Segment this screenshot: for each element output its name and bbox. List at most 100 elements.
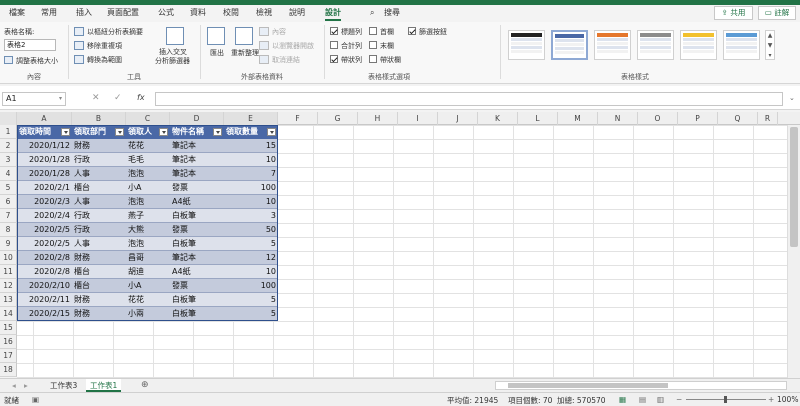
search-icon[interactable]: ⌕ — [370, 7, 374, 19]
zoom-out-icon[interactable]: − — [676, 395, 682, 404]
tab-insert[interactable]: 插入 — [76, 7, 92, 19]
table-cell[interactable]: 財務 — [72, 251, 126, 265]
column-header[interactable]: Q — [718, 112, 758, 125]
row-header[interactable]: 2 — [0, 139, 17, 153]
table-cell[interactable]: 筆記本 — [170, 139, 224, 153]
table-cell[interactable]: 白板筆 — [170, 237, 224, 251]
tab-formulas[interactable]: 公式 — [158, 7, 174, 19]
table-cell[interactable]: 花花 — [126, 293, 170, 307]
table-cell[interactable]: 2020/2/3 — [17, 195, 72, 209]
search-label[interactable]: 搜尋 — [384, 7, 400, 19]
table-cell[interactable]: 財務 — [72, 139, 126, 153]
unlink-button[interactable]: 取消連結 — [272, 55, 300, 65]
table-cell[interactable]: 100 — [224, 279, 278, 293]
export-button[interactable]: 匯出 — [210, 48, 224, 58]
row-header[interactable]: 4 — [0, 167, 17, 181]
row-header[interactable]: 16 — [0, 335, 17, 349]
row-header[interactable]: 13 — [0, 293, 17, 307]
pivot-summary-button[interactable]: 以樞紐分析表摘要 — [87, 27, 143, 37]
add-sheet-icon[interactable]: ⊕ — [137, 379, 153, 392]
table-style-swatch[interactable] — [508, 30, 545, 60]
header-row-checkbox[interactable] — [330, 27, 338, 35]
insert-function-icon[interactable]: fx — [137, 93, 145, 102]
column-header[interactable]: B — [72, 112, 126, 125]
table-cell[interactable]: 毛毛 — [126, 153, 170, 167]
filter-dropdown-icon[interactable] — [115, 128, 124, 136]
column-header[interactable]: H — [358, 112, 398, 125]
row-header[interactable]: 14 — [0, 307, 17, 321]
zoom-slider-thumb[interactable] — [724, 396, 727, 403]
banded-rows-checkbox[interactable] — [330, 55, 338, 63]
table-style-swatch[interactable] — [594, 30, 631, 60]
table-cell[interactable]: A4紙 — [170, 265, 224, 279]
table-cell[interactable]: 2020/2/11 — [17, 293, 72, 307]
filter-dropdown-icon[interactable] — [267, 128, 276, 136]
next-sheet-icon[interactable]: ▸ — [20, 379, 32, 392]
table-cell[interactable]: 昌哥 — [126, 251, 170, 265]
table-cell[interactable]: 2020/1/28 — [17, 167, 72, 181]
confirm-icon[interactable]: ✓ — [114, 93, 122, 103]
table-cell[interactable]: 人事 — [72, 167, 126, 181]
name-box[interactable]: A1 — [2, 92, 66, 106]
table-cell[interactable]: 2020/2/5 — [17, 223, 72, 237]
table-cell[interactable]: 櫃台 — [72, 181, 126, 195]
tab-data[interactable]: 資料 — [190, 7, 206, 19]
column-header[interactable]: F — [278, 112, 318, 125]
table-cell[interactable]: 發票 — [170, 181, 224, 195]
table-cell[interactable]: 2020/2/15 — [17, 307, 72, 321]
table-cell[interactable]: 白板筆 — [170, 307, 224, 321]
filter-dropdown-icon[interactable] — [159, 128, 168, 136]
table-cell[interactable]: 5 — [224, 307, 278, 321]
filter-dropdown-icon[interactable] — [213, 128, 222, 136]
column-header[interactable]: G — [318, 112, 358, 125]
column-header[interactable]: N — [598, 112, 638, 125]
column-header[interactable]: A — [17, 112, 72, 125]
row-header[interactable]: 1 — [0, 125, 17, 139]
table-cell[interactable]: 胡迪 — [126, 265, 170, 279]
table-cell[interactable]: 50 — [224, 223, 278, 237]
tab-file[interactable]: 檔案 — [9, 7, 25, 19]
table-cell[interactable]: 泡泡 — [126, 237, 170, 251]
table-cell[interactable]: 2020/2/10 — [17, 279, 72, 293]
tab-design[interactable]: 設計 — [325, 7, 341, 21]
column-header[interactable]: I — [398, 112, 438, 125]
table-cell[interactable]: 12 — [224, 251, 278, 265]
table-style-swatch[interactable] — [723, 30, 760, 60]
table-cell[interactable]: 花花 — [126, 139, 170, 153]
table-cell[interactable]: 2020/1/12 — [17, 139, 72, 153]
row-header[interactable]: 7 — [0, 209, 17, 223]
table-cell[interactable]: 2020/2/8 — [17, 251, 72, 265]
tab-help[interactable]: 說明 — [289, 7, 305, 19]
row-header[interactable]: 17 — [0, 349, 17, 363]
table-name-input[interactable]: 表格2 — [4, 39, 56, 51]
table-cell[interactable]: 人事 — [72, 195, 126, 209]
first-column-checkbox[interactable] — [369, 27, 377, 35]
horizontal-scrollbar[interactable] — [495, 381, 787, 390]
tab-review[interactable]: 校閱 — [223, 7, 239, 19]
row-header[interactable]: 9 — [0, 237, 17, 251]
row-header[interactable]: 10 — [0, 251, 17, 265]
table-cell[interactable]: 小A — [126, 181, 170, 195]
table-cell[interactable]: 財務 — [72, 293, 126, 307]
table-cell[interactable]: 2020/2/1 — [17, 181, 72, 195]
expand-formula-icon[interactable]: ⌄ — [789, 94, 795, 102]
insert-slicer-line2[interactable]: 分析篩選器 — [155, 56, 190, 66]
table-cell[interactable]: 5 — [224, 293, 278, 307]
comment-button[interactable]: ▭ 註解 — [758, 6, 796, 20]
table-cell[interactable]: 3 — [224, 209, 278, 223]
table-cell[interactable]: 泡泡 — [126, 195, 170, 209]
zoom-in-icon[interactable]: + — [768, 395, 774, 404]
tab-page-layout[interactable]: 頁面配置 — [107, 7, 139, 19]
vertical-scrollbar[interactable] — [787, 125, 800, 378]
prev-sheet-icon[interactable]: ◂ — [8, 379, 20, 392]
table-cell[interactable]: 泡泡 — [126, 167, 170, 181]
select-all-corner[interactable] — [0, 112, 17, 125]
banded-columns-checkbox[interactable] — [369, 55, 377, 63]
macro-record-icon[interactable]: ▣ — [32, 395, 39, 404]
column-header[interactable]: O — [638, 112, 678, 125]
table-cell[interactable]: 櫃台 — [72, 279, 126, 293]
table-cell[interactable]: 小兩 — [126, 307, 170, 321]
gallery-scroll[interactable]: ▲ ▼ ▾ — [765, 30, 775, 60]
table-cell[interactable]: 7 — [224, 167, 278, 181]
table-cell[interactable]: 行政 — [72, 223, 126, 237]
